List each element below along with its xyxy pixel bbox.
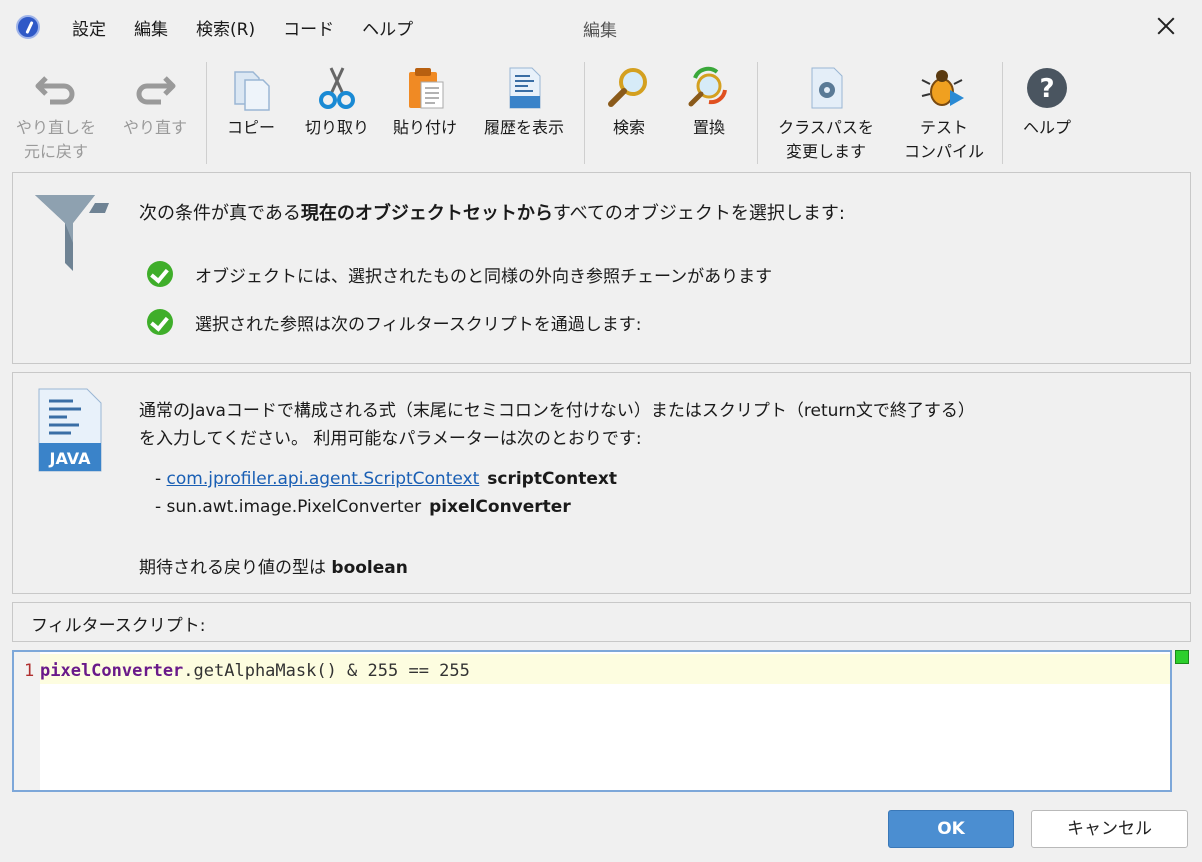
java-file-icon: JAVA (38, 388, 102, 472)
cut-button[interactable]: 切り取り (298, 58, 376, 166)
toolbar-separator (757, 62, 758, 164)
param-item: - com.jprofiler.api.agent.ScriptContext s… (155, 469, 617, 489)
selection-headline: 次の条件が真である現在のオブジェクトセットからすべてのオブジェクトを選択します: (139, 203, 845, 224)
menu-help[interactable]: ヘルプ (362, 15, 413, 40)
script-info-panel: JAVA 通常のJavaコードで構成される式（末尾にセミコロンを付けない）または… (12, 372, 1191, 594)
menu-bar: 設定 編集 検索(R) コード ヘルプ (72, 15, 441, 40)
test-compile-button[interactable]: テスト コンパイル (894, 58, 994, 166)
code-line[interactable]: pixelConverter.getAlphaMask() & 255 == 2… (40, 661, 470, 681)
bug-icon (921, 70, 964, 106)
java-history-icon (509, 67, 541, 109)
magnifier-icon (608, 68, 647, 107)
ok-button[interactable]: OK (888, 810, 1014, 848)
check-icon (147, 261, 173, 287)
code-editor[interactable]: 1 pixelConverter.getAlphaMask() & 255 ==… (12, 650, 1172, 792)
title-bar: 設定 編集 検索(R) コード ヘルプ 編集 (0, 0, 1202, 54)
check-icon (147, 309, 173, 335)
scissors-icon (319, 67, 355, 109)
filter-script-header: フィルタースクリプト: (12, 602, 1191, 642)
undo-icon (35, 76, 75, 105)
svg-text:?: ? (1039, 74, 1054, 104)
menu-search[interactable]: 検索(R) (196, 15, 255, 40)
condition-item: オブジェクトには、選択されたものと同様の外向き参照チェーンがあります (147, 261, 772, 287)
line-number: 1 (24, 661, 35, 681)
toolbar: やり直しを 元に戻す やり直す コピー 切り取り 貼り付け 履歴を表示 検索 置換… (0, 58, 1202, 168)
close-icon[interactable] (1150, 10, 1182, 42)
classpath-gear-icon (811, 67, 843, 109)
selection-panel: 次の条件が真である現在のオブジェクトセットからすべてのオブジェクトを選択します:… (12, 172, 1191, 364)
toolbar-separator (1002, 62, 1003, 164)
paste-button[interactable]: 貼り付け (386, 58, 464, 166)
svg-text:JAVA: JAVA (49, 449, 92, 468)
change-classpath-button[interactable]: クラスパスを 変更します (766, 58, 886, 166)
copy-icon (234, 71, 270, 111)
param-type-link[interactable]: com.jprofiler.api.agent.ScriptContext (167, 469, 480, 489)
app-icon (16, 15, 40, 39)
funnel-icon (35, 195, 109, 271)
condition-item: 選択された参照は次のフィルタースクリプトを通過します: (147, 309, 642, 335)
clipboard-icon (409, 68, 444, 109)
undo-button[interactable]: やり直しを 元に戻す (6, 58, 106, 166)
toolbar-separator (206, 62, 207, 164)
help-icon: ? (1027, 68, 1067, 108)
history-button[interactable]: 履歴を表示 (474, 58, 574, 166)
window-title: 編集 (583, 21, 617, 41)
find-button[interactable]: 検索 (594, 58, 664, 166)
filter-script-label: フィルタースクリプト: (31, 616, 206, 636)
replace-icon (688, 66, 727, 107)
redo-button[interactable]: やり直す (110, 58, 200, 166)
copy-button[interactable]: コピー (214, 58, 288, 166)
param-item: - sun.awt.image.PixelConverter pixelConve… (155, 497, 571, 517)
menu-edit[interactable]: 編集 (134, 15, 168, 40)
menu-code[interactable]: コード (283, 15, 334, 40)
cancel-button[interactable]: キャンセル (1031, 810, 1188, 848)
menu-settings[interactable]: 設定 (72, 15, 106, 40)
compile-status-indicator (1175, 650, 1189, 664)
toolbar-separator (584, 62, 585, 164)
replace-button[interactable]: 置換 (674, 58, 744, 166)
help-button[interactable]: ? ヘルプ (1010, 58, 1084, 166)
return-type-text: 期待される戻り値の型は boolean (139, 558, 408, 578)
script-description: 通常のJavaコードで構成される式（末尾にセミコロンを付けない）またはスクリプト… (139, 401, 975, 449)
redo-icon (136, 76, 176, 105)
